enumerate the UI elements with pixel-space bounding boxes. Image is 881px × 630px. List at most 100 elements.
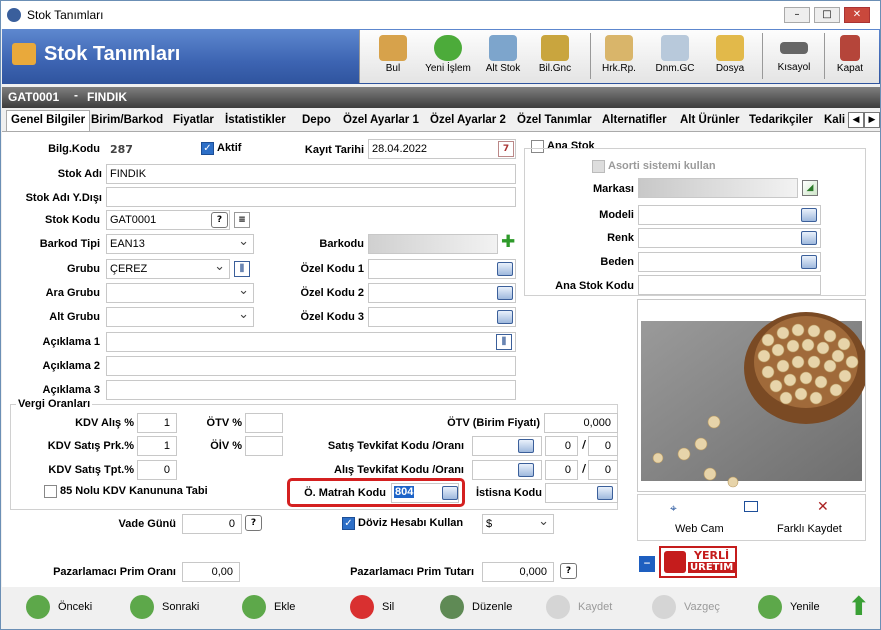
aciklama-3-field[interactable] bbox=[106, 380, 516, 400]
vade-gunu-label: Vade Günü bbox=[118, 518, 176, 530]
otv-birim-field[interactable]: 0,000 bbox=[544, 413, 618, 433]
vade-help-button[interactable]: ? bbox=[245, 515, 262, 531]
dosya-button[interactable]: Dosya bbox=[705, 32, 755, 82]
tab-alt-urunler[interactable]: Alt Ürünler bbox=[680, 112, 739, 131]
otv-field[interactable] bbox=[245, 413, 283, 433]
satis-tevkifat-lookup-icon[interactable] bbox=[518, 439, 534, 453]
maximize-button[interactable]: □ bbox=[814, 7, 840, 23]
tab-birim-barkod[interactable]: Birim/Barkod bbox=[91, 112, 163, 131]
stok-adi-field[interactable]: FINDIK bbox=[106, 164, 516, 184]
aciklama-1-list-icon[interactable]: ⫼ bbox=[496, 334, 512, 350]
modeli-lookup-icon[interactable] bbox=[801, 208, 817, 222]
webcam-button[interactable]: Web Cam bbox=[675, 523, 724, 535]
uretim-text: ÜRETİM bbox=[688, 562, 736, 573]
prim-tutari-label: Pazarlamacı Prim Tutarı bbox=[350, 566, 474, 578]
barkod-tipi-select[interactable]: EAN13 bbox=[106, 233, 254, 254]
modeli-field[interactable] bbox=[638, 205, 821, 225]
tab-scroll-left-icon[interactable]: ◀ bbox=[848, 112, 864, 128]
window-title: Stok Tanımları bbox=[27, 8, 104, 22]
tab-ozel-ayarlar-2[interactable]: Özel Ayarlar 2 bbox=[430, 112, 506, 131]
kaydet-label: Kaydet bbox=[578, 601, 613, 613]
asorti-checkbox[interactable] bbox=[592, 160, 605, 173]
close-button[interactable]: ✕ bbox=[844, 7, 870, 23]
istisna-kodu-lookup-icon[interactable] bbox=[597, 486, 613, 500]
aciklama-2-field[interactable] bbox=[106, 356, 516, 376]
markasi-edit-icon[interactable]: ◢ bbox=[802, 180, 818, 196]
tab-depo[interactable]: Depo bbox=[302, 112, 331, 131]
collapse-icon[interactable]: − bbox=[639, 556, 655, 572]
add-barcode-icon[interactable]: ✚ bbox=[501, 234, 517, 251]
sil-label: Sil bbox=[382, 601, 395, 613]
tab-ozel-tanimlar[interactable]: Özel Tanımlar bbox=[517, 112, 592, 131]
markasi-field[interactable] bbox=[638, 178, 798, 198]
kdv85-checkbox[interactable] bbox=[44, 485, 57, 498]
farkli-kaydet-button[interactable]: Farklı Kaydet bbox=[777, 523, 842, 535]
ozel-kodu-1-lookup-icon[interactable] bbox=[497, 262, 513, 276]
minimize-button[interactable]: – bbox=[784, 7, 810, 23]
capture-icon[interactable] bbox=[744, 501, 758, 512]
ozel-kodu-1-field[interactable] bbox=[368, 259, 516, 279]
dnm-gc-button[interactable]: Dnm.GC bbox=[650, 32, 700, 82]
oiv-field[interactable] bbox=[245, 436, 283, 456]
kdv-satis-prk-field[interactable]: 1 bbox=[137, 436, 177, 456]
prim-orani-field[interactable]: 0,00 bbox=[182, 562, 240, 582]
barkodu-label: Barkodu bbox=[319, 238, 364, 250]
aktif-label: Aktif bbox=[217, 142, 242, 154]
alis-tevkifat-oran-a[interactable]: 0 bbox=[545, 460, 578, 480]
tab-ozel-ayarlar-1[interactable]: Özel Ayarlar 1 bbox=[343, 112, 419, 131]
prim-tutari-field[interactable]: 0,000 bbox=[482, 562, 554, 582]
stok-kodu-help-button[interactable]: ? bbox=[211, 212, 228, 228]
ozel-kodu-2-lookup-icon[interactable] bbox=[497, 286, 513, 300]
webcam-icon[interactable]: ⌖ bbox=[670, 501, 677, 516]
kdv85-label: 85 Nolu KDV Kanununa Tabi bbox=[60, 485, 208, 497]
bul-button[interactable]: Bul bbox=[368, 32, 418, 82]
arrow-up-icon[interactable]: ⬆ bbox=[848, 593, 870, 623]
renk-lookup-icon[interactable] bbox=[801, 231, 817, 245]
aciklama-1-field[interactable] bbox=[106, 332, 516, 352]
prim-help-button[interactable]: ? bbox=[560, 563, 577, 579]
stok-adi-yd-field[interactable] bbox=[106, 187, 516, 207]
yeni-islem-button[interactable]: Yeni İşlem bbox=[418, 32, 478, 82]
tab-fiyatlar[interactable]: Fiyatlar bbox=[173, 112, 214, 131]
ozel-kodu-1-label: Özel Kodu 1 bbox=[300, 263, 364, 275]
tab-istatistikler[interactable]: İstatistikler bbox=[225, 112, 286, 131]
kayit-tarihi-field[interactable]: 28.04.2022 bbox=[368, 139, 516, 159]
delete-image-icon[interactable]: ✕ bbox=[817, 499, 829, 515]
barkodu-field[interactable] bbox=[368, 234, 498, 254]
ana-stok-kodu-field[interactable] bbox=[638, 275, 821, 295]
satis-tevkifat-oran-a[interactable]: 0 bbox=[545, 436, 578, 456]
tab-kali[interactable]: Kali bbox=[824, 112, 846, 131]
calendar-icon[interactable]: 7 bbox=[498, 141, 514, 157]
doviz-checkbox[interactable]: ✓ bbox=[342, 517, 355, 530]
hrk-rp-button[interactable]: Hrk.Rp. bbox=[594, 32, 644, 82]
kdv-satis-prk-label: KDV Satış Prk.% bbox=[47, 440, 134, 452]
tab-tedarikciler[interactable]: Tedarikçiler bbox=[749, 112, 813, 131]
alt-stok-button[interactable]: Alt Stok bbox=[478, 32, 528, 82]
doviz-select[interactable]: $ bbox=[482, 513, 554, 534]
tab-scroll-right-icon[interactable]: ▶ bbox=[864, 112, 880, 128]
grubu-select[interactable]: ÇEREZ bbox=[106, 258, 230, 279]
satis-tevkifat-oran-b[interactable]: 0 bbox=[588, 436, 618, 456]
tab-genel-bilgiler[interactable]: Genel Bilgiler bbox=[6, 110, 91, 132]
renk-field[interactable] bbox=[638, 228, 821, 248]
matrah-kodu-lookup-icon[interactable] bbox=[442, 486, 458, 500]
alis-tevkifat-lookup-icon[interactable] bbox=[518, 463, 534, 477]
bil-gnc-button[interactable]: Bil.Gnc bbox=[530, 32, 580, 82]
alis-tevkifat-oran-b[interactable]: 0 bbox=[588, 460, 618, 480]
ozel-kodu-3-field[interactable] bbox=[368, 307, 516, 327]
grubu-list-icon[interactable]: ⫼ bbox=[234, 261, 250, 277]
ara-grubu-select[interactable] bbox=[106, 282, 254, 303]
beden-lookup-icon[interactable] bbox=[801, 255, 817, 269]
vade-gunu-field[interactable]: 0 bbox=[182, 514, 242, 534]
kdv-alis-field[interactable]: 1 bbox=[137, 413, 177, 433]
aktif-checkbox[interactable]: ✓ bbox=[201, 142, 214, 155]
document-icon[interactable]: ≡ bbox=[234, 212, 250, 228]
beden-field[interactable] bbox=[638, 252, 821, 272]
tab-alternatifler[interactable]: Alternatifler bbox=[602, 112, 667, 131]
ozel-kodu-3-lookup-icon[interactable] bbox=[497, 310, 513, 324]
kisayol-button[interactable]: Kısayol bbox=[768, 32, 820, 82]
alt-grubu-select[interactable] bbox=[106, 306, 254, 327]
kapat-button[interactable]: Kapat bbox=[828, 32, 872, 82]
ozel-kodu-2-field[interactable] bbox=[368, 283, 516, 303]
kdv-satis-tpt-field[interactable]: 0 bbox=[137, 460, 177, 480]
